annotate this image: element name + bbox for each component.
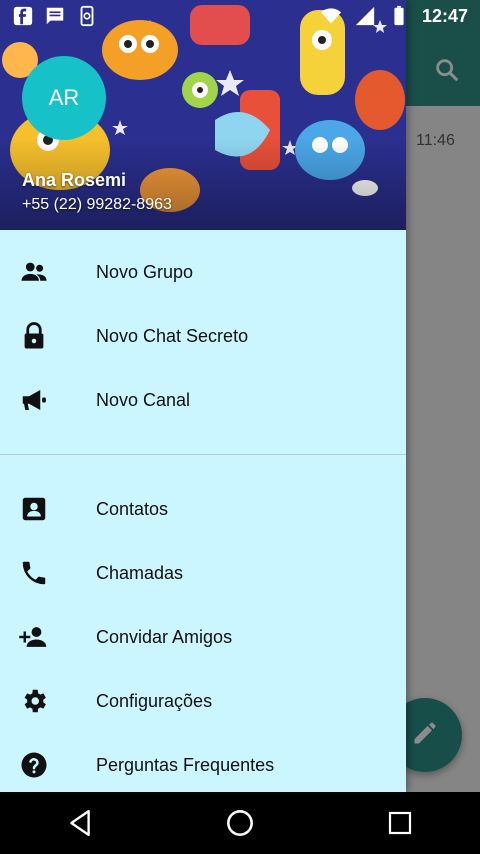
menu-item-faq[interactable]: Perguntas Frequentes — [0, 733, 406, 792]
system-nav-bar — [0, 792, 480, 854]
menu-item-new-group[interactable]: Novo Grupo — [0, 240, 406, 304]
clock: 12:47 — [421, 5, 468, 26]
menu-item-contacts[interactable]: Contatos — [0, 477, 406, 541]
add-person-icon — [18, 621, 50, 653]
menu-item-label: Novo Canal — [96, 389, 191, 410]
menu-item-label: Contatos — [96, 498, 169, 519]
menu-item-label: Configurações — [96, 690, 213, 711]
menu-item-calls[interactable]: Chamadas — [0, 541, 406, 605]
menu-item-label: Novo Grupo — [96, 261, 194, 282]
drawer-header: AR Ana Rosemi +55 (22) 99282-8963 — [0, 0, 406, 230]
recents-icon[interactable] — [380, 803, 420, 843]
gear-icon — [18, 685, 50, 717]
menu-item-new-channel[interactable]: Novo Canal — [0, 368, 406, 432]
menu-item-label: Chamadas — [96, 562, 184, 583]
menu-item-label: Perguntas Frequentes — [96, 754, 275, 775]
battery-icon — [388, 5, 410, 27]
menu-item-label: Novo Chat Secreto — [96, 325, 249, 346]
lock-icon — [18, 320, 50, 352]
menu-item-label: Convidar Amigos — [96, 626, 233, 647]
menu-divider — [0, 454, 406, 455]
status-bar: 12:47 — [0, 0, 480, 32]
megaphone-icon — [18, 384, 50, 416]
drawer-menu: Novo Grupo Novo Chat Secreto Novo Canal … — [0, 240, 406, 792]
navigation-drawer: AR Ana Rosemi +55 (22) 99282-8963 Novo G… — [0, 0, 406, 792]
signal-icon — [354, 5, 376, 27]
user-phone: +55 (22) 99282-8963 — [22, 196, 172, 213]
menu-item-invite-friends[interactable]: Convidar Amigos — [0, 605, 406, 669]
home-icon[interactable] — [220, 803, 260, 843]
avatar-initials: AR — [48, 85, 80, 110]
contact-icon — [18, 493, 50, 525]
avatar[interactable]: AR — [22, 56, 106, 140]
back-icon[interactable] — [60, 803, 100, 843]
menu-item-secret-chat[interactable]: Novo Chat Secreto — [0, 304, 406, 368]
wifi-icon — [320, 5, 342, 27]
user-name: Ana Rosemi — [22, 170, 127, 190]
help-icon — [18, 749, 50, 781]
group-icon — [18, 256, 50, 288]
facebook-icon — [12, 5, 34, 27]
sync-icon — [76, 5, 98, 27]
message-icon — [44, 5, 66, 27]
phone-icon — [18, 557, 50, 589]
menu-item-settings[interactable]: Configurações — [0, 669, 406, 733]
